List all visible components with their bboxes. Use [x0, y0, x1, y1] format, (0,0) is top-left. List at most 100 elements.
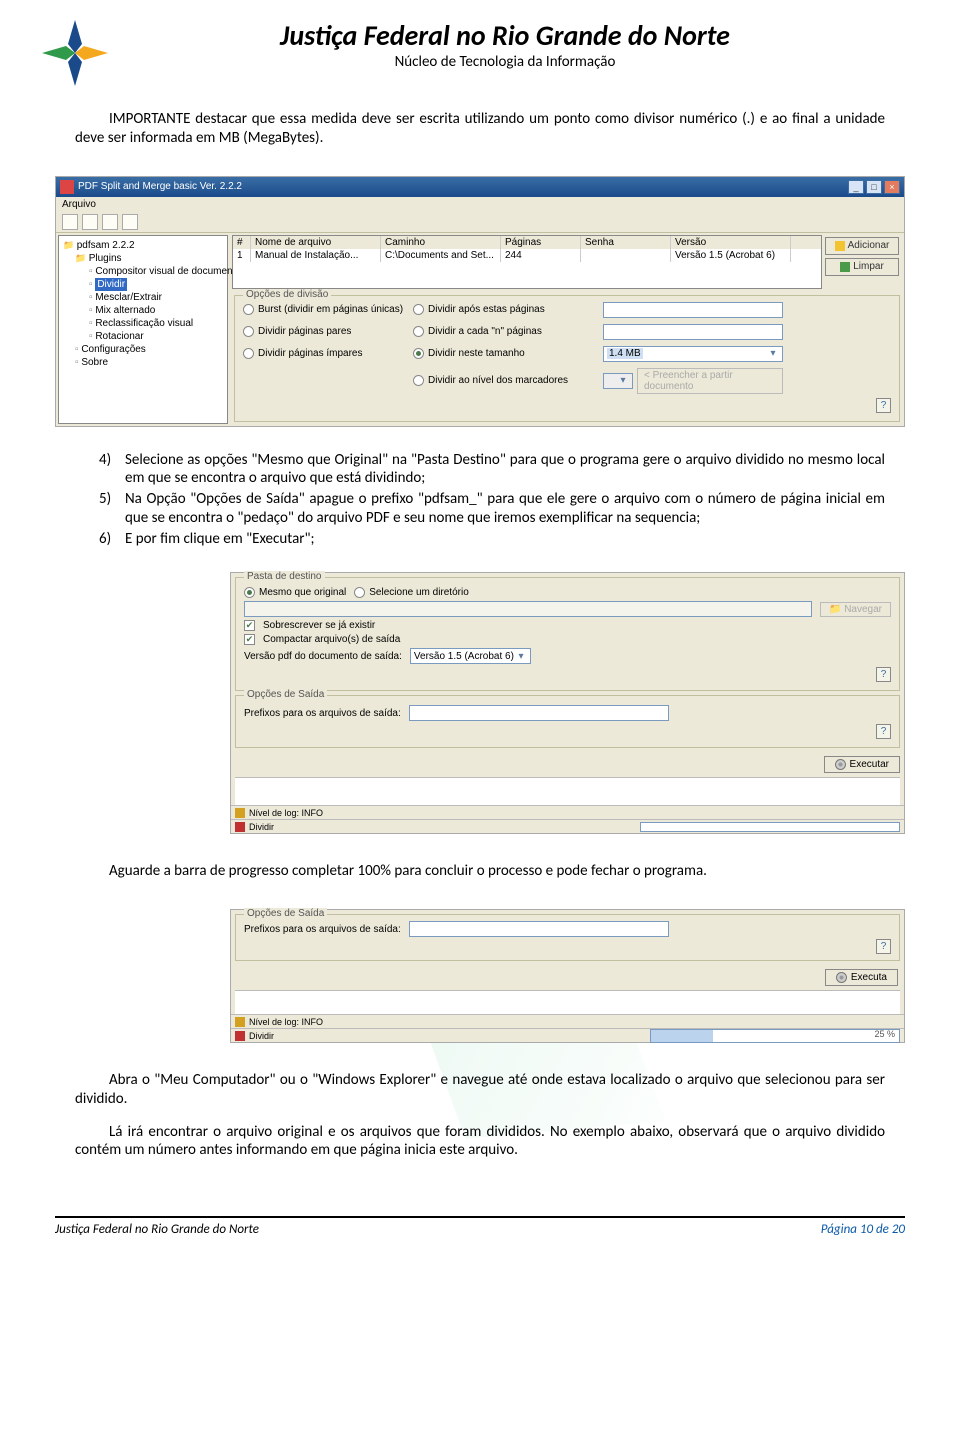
toolbar-button-4[interactable]: [122, 214, 138, 230]
help-icon[interactable]: ?: [876, 939, 891, 954]
radio-pares[interactable]: Dividir páginas pares: [243, 326, 413, 337]
pdf-icon: [60, 180, 74, 194]
executar-button[interactable]: Executar: [824, 756, 900, 773]
page-header: Justiça Federal no Rio Grande do Norte N…: [0, 0, 960, 94]
col-version: Versão: [671, 236, 791, 249]
tree-dividir[interactable]: Dividir: [63, 278, 223, 291]
opcoes-saida-legend: Opções de Saída: [244, 689, 327, 700]
step-4-text: Selecione as opções "Mesmo que Original"…: [125, 451, 885, 489]
pasta-destino-group: Pasta de destino Mesmo que original Sele…: [235, 577, 900, 691]
navegar-button: 📁 Navegar: [820, 602, 891, 617]
footer-page: Página 10 de 20: [821, 1222, 905, 1237]
radio-burst[interactable]: Burst (dividir em páginas únicas): [243, 304, 413, 315]
tree-mix[interactable]: Mix alternado: [63, 304, 223, 317]
chk-compactar[interactable]: ✔: [244, 634, 255, 645]
toolbar: [56, 212, 904, 233]
add-icon: [835, 241, 845, 251]
tree-sobre[interactable]: Sobre: [63, 356, 223, 369]
intro-paragraph: IMPORTANTE destacar que essa medida deve…: [75, 110, 885, 148]
dir-input[interactable]: [244, 601, 812, 617]
prefixo-label: Prefixos para os arquivos de saída:: [244, 924, 401, 935]
step-5-num: 5): [99, 490, 125, 528]
prefixo-input[interactable]: [409, 705, 669, 721]
clear-button[interactable]: Limpar: [825, 258, 899, 276]
col-name: Nome de arquivo: [251, 236, 381, 249]
chk-sobrescrever[interactable]: ✔: [244, 620, 255, 631]
menu-bar: Arquivo: [56, 197, 904, 212]
tree-root[interactable]: pdfsam 2.2.2: [63, 239, 223, 252]
menu-arquivo[interactable]: Arquivo: [62, 199, 96, 210]
pasta-destino-legend: Pasta de destino: [244, 571, 325, 582]
progress-bar-empty: [640, 822, 900, 832]
step-4-num: 4): [99, 451, 125, 489]
col-pages: Páginas: [501, 236, 581, 249]
radio-cada[interactable]: Dividir a cada "n" páginas: [413, 326, 603, 337]
prefixo-label: Prefixos para os arquivos de saída:: [244, 708, 401, 719]
col-num: #: [233, 236, 251, 249]
radio-tamanho[interactable]: Dividir neste tamanho: [413, 348, 603, 359]
split-options-group: Opções de divisão Burst (dividir em pági…: [234, 295, 900, 422]
radio-mesmo-original[interactable]: Mesmo que original: [244, 587, 346, 598]
col-path: Caminho: [381, 236, 501, 249]
split-options-legend: Opções de divisão: [243, 289, 331, 300]
input-cada[interactable]: [603, 324, 783, 340]
file-table: # Nome de arquivo Caminho Páginas Senha …: [232, 235, 822, 289]
opcoes-saida-group: Opções de Saída Prefixos para os arquivo…: [235, 695, 900, 748]
window-title: PDF Split and Merge basic Ver. 2.2.2: [78, 181, 242, 192]
tree-config[interactable]: Configurações: [63, 343, 223, 356]
window-titlebar: PDF Split and Merge basic Ver. 2.2.2 _ □…: [56, 177, 904, 197]
screenshot-2: Pasta de destino Mesmo que original Sele…: [230, 572, 905, 834]
status-dividir: Dividir 25 %: [231, 1028, 904, 1042]
versao-label: Versão pdf do documento de saída:: [244, 651, 402, 662]
page-title: Justiça Federal no Rio Grande do Norte: [110, 18, 900, 53]
add-button[interactable]: Adicionar: [825, 237, 899, 255]
la-paragraph: Lá irá encontrar o arquivo original e os…: [75, 1123, 885, 1161]
screenshot-3: Opções de Saída Prefixos para os arquivo…: [230, 909, 905, 1043]
step-5-text: Na Opção "Opções de Saída" apague o pref…: [125, 490, 885, 528]
tree-compositor[interactable]: Compositor visual de documento: [63, 265, 223, 278]
maximize-button[interactable]: □: [866, 180, 882, 194]
status-dividir: Dividir: [231, 819, 904, 833]
help-icon[interactable]: ?: [876, 398, 891, 413]
executar-button[interactable]: Executa: [825, 969, 898, 986]
help-icon[interactable]: ?: [876, 667, 891, 682]
radio-impares[interactable]: Dividir páginas ímpares: [243, 348, 413, 359]
versao-combo[interactable]: Versão 1.5 (Acrobat 6): [410, 648, 531, 664]
warn-icon: [235, 808, 245, 818]
status-log-level: Nível de log: INFO: [231, 805, 904, 819]
abra-paragraph: Abra o "Meu Computador" ou o "Windows Ex…: [75, 1071, 885, 1109]
col-password: Senha: [581, 236, 671, 249]
radio-apos[interactable]: Dividir após estas páginas: [413, 304, 603, 315]
table-row[interactable]: 1 Manual de Instalação... C:\Documents a…: [233, 249, 821, 262]
tree-rotacionar[interactable]: Rotacionar: [63, 330, 223, 343]
combo-marcadores: [603, 373, 633, 389]
help-icon[interactable]: ?: [876, 724, 891, 739]
minimize-button[interactable]: _: [848, 180, 864, 194]
gear-icon: [836, 972, 847, 983]
radio-marcadores[interactable]: Dividir ao nível dos marcadores: [413, 375, 603, 386]
split-icon: [235, 1031, 245, 1041]
screenshot-1: PDF Split and Merge basic Ver. 2.2.2 _ □…: [55, 176, 905, 427]
prefixo-input[interactable]: [409, 921, 669, 937]
radio-selecione-dir[interactable]: Selecione um diretório: [354, 587, 469, 598]
logo-icon: [40, 18, 110, 88]
input-apos[interactable]: [603, 302, 783, 318]
tree-reclass[interactable]: Reclassificação visual: [63, 317, 223, 330]
plugin-tree[interactable]: pdfsam 2.2.2 Plugins Compositor visual d…: [58, 235, 228, 424]
opcoes-saida-group: Opções de Saída Prefixos para os arquivo…: [235, 914, 900, 961]
tree-mesclar[interactable]: Mesclar/Extrair: [63, 291, 223, 304]
toolbar-button-1[interactable]: [62, 214, 78, 230]
close-button[interactable]: ×: [884, 180, 900, 194]
opcoes-saida-legend: Opções de Saída: [244, 908, 327, 919]
aguarde-paragraph: Aguarde a barra de progresso completar 1…: [75, 862, 885, 881]
split-icon: [235, 822, 245, 832]
tree-plugins[interactable]: Plugins: [63, 252, 223, 265]
toolbar-button-2[interactable]: [82, 214, 98, 230]
status-log-level: Nível de log: INFO: [231, 1014, 904, 1028]
step-6-text: E por fim clique em "Executar";: [125, 530, 315, 549]
clear-icon: [840, 262, 850, 272]
toolbar-button-3[interactable]: [102, 214, 118, 230]
combo-tamanho[interactable]: 1.4 MB: [603, 346, 783, 362]
progress-label: 25 %: [874, 1029, 895, 1039]
step-6-num: 6): [99, 530, 125, 549]
